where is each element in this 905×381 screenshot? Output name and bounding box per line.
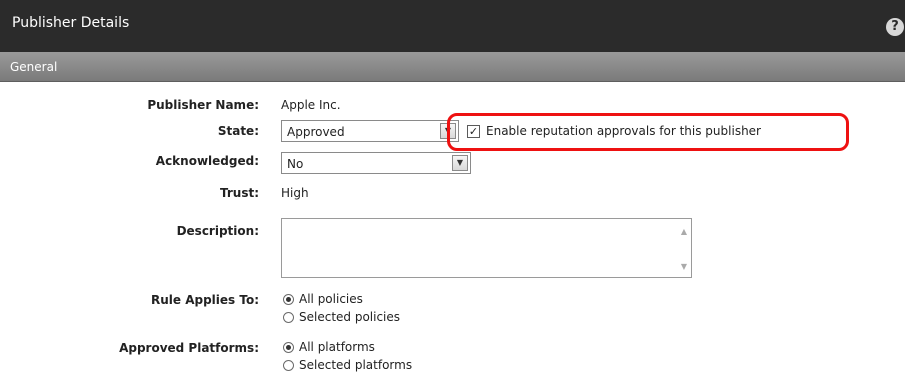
page-title: Publisher Details — [12, 15, 130, 31]
all-platforms-radio[interactable] — [283, 342, 294, 353]
trust-value: High — [281, 186, 309, 200]
selected-policies-label[interactable]: Selected policies — [299, 310, 400, 324]
rule-applies-to-label: Rule Applies To: — [151, 293, 259, 307]
approved-platforms-label: Approved Platforms: — [119, 341, 259, 355]
acknowledged-select[interactable]: No ▼ — [281, 152, 471, 174]
trust-label: Trust: — [219, 186, 259, 200]
help-icon[interactable]: ? — [886, 18, 904, 36]
description-textarea[interactable]: ▲ ▼ — [281, 218, 692, 278]
chevron-down-icon[interactable]: ▼ — [452, 155, 468, 171]
scroll-up-icon[interactable]: ▲ — [681, 227, 687, 236]
selected-platforms-label[interactable]: Selected platforms — [299, 358, 412, 372]
section-title: General — [10, 60, 58, 74]
acknowledged-label: Acknowledged: — [155, 154, 259, 168]
publisher-name-value: Apple Inc. — [281, 98, 341, 112]
all-platforms-label[interactable]: All platforms — [299, 340, 375, 354]
selected-platforms-radio[interactable] — [283, 360, 294, 371]
all-policies-label[interactable]: All policies — [299, 292, 363, 306]
state-select[interactable]: Approved ▼ — [281, 120, 459, 142]
state-selected-value: Approved — [287, 125, 345, 139]
all-policies-radio[interactable] — [283, 294, 294, 305]
acknowledged-selected-value: No — [287, 157, 304, 171]
scroll-down-icon[interactable]: ▼ — [681, 262, 687, 271]
publisher-name-label: Publisher Name: — [147, 98, 259, 112]
state-label: State: — [217, 124, 259, 138]
general-section-header: General — [0, 52, 905, 82]
enable-reputation-label[interactable]: Enable reputation approvals for this pub… — [486, 124, 761, 138]
enable-reputation-checkbox[interactable]: ✓ — [467, 125, 480, 138]
publisher-details-header: Publisher Details ? — [0, 0, 905, 52]
description-label: Description: — [176, 224, 259, 238]
selected-policies-radio[interactable] — [283, 312, 294, 323]
